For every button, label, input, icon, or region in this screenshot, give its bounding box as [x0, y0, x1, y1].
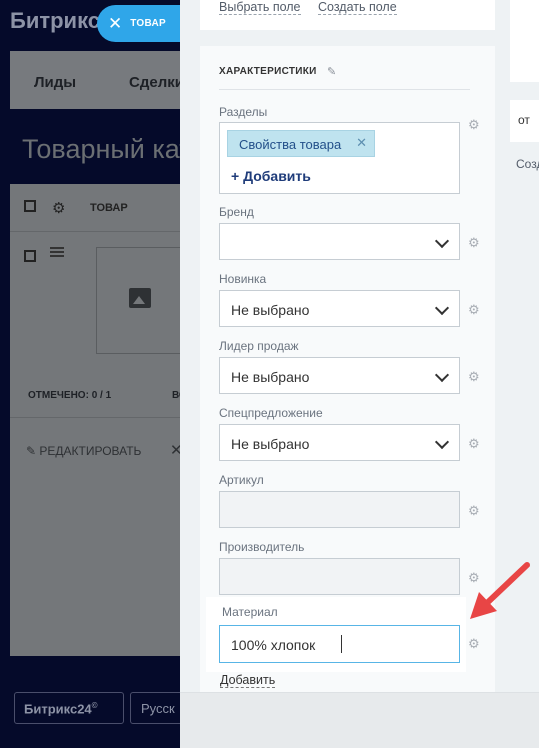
- select-field-link[interactable]: Выбрать поле: [219, 0, 301, 15]
- special-select[interactable]: Не выбрано: [219, 424, 460, 461]
- chevron-down-icon: [434, 300, 450, 316]
- page-title: Товарный кат: [22, 134, 192, 164]
- pencil-icon[interactable]: ✎: [327, 65, 336, 78]
- chevron-down-icon: [434, 434, 450, 450]
- right-text: от: [518, 113, 530, 127]
- material-label: Материал: [222, 605, 278, 619]
- edit-button[interactable]: ✎ РЕДАКТИРОВАТЬ: [26, 444, 141, 458]
- special-label: Спецпредложение: [219, 406, 323, 420]
- right-card: [510, 0, 539, 82]
- article-label: Артикул: [219, 473, 264, 487]
- close-tab-label: ТОВАР: [130, 18, 167, 29]
- material-highlight: Материал 100% хлопок: [206, 597, 466, 672]
- text-caret: [341, 635, 342, 653]
- gear-icon[interactable]: ⚙: [468, 118, 480, 131]
- image-icon: [129, 288, 151, 308]
- create-field-link[interactable]: Создать поле: [318, 0, 397, 15]
- chevron-down-icon: [434, 367, 450, 383]
- section-divider: [219, 89, 470, 90]
- article-field[interactable]: [219, 491, 460, 528]
- add-section-link[interactable]: + Добавить: [231, 168, 311, 184]
- bestseller-select[interactable]: Не выбрано: [219, 357, 460, 394]
- bitrix24-label: Битрикс24: [24, 701, 92, 717]
- right-panel: от Созд: [496, 0, 539, 692]
- divider: [10, 417, 190, 418]
- edit-label: РЕДАКТИРОВАТЬ: [39, 444, 142, 458]
- add-field-link[interactable]: Добавить: [220, 673, 276, 688]
- gear-icon[interactable]: ⚙: [468, 370, 480, 383]
- product-grid: ⚙ ТОВАР ОТМЕЧЕНО: 0 / 1 ВС ✎ РЕДАКТИРОВА…: [10, 184, 196, 656]
- gear-icon[interactable]: ⚙: [468, 571, 480, 584]
- section-title: ХАРАКТЕРИСТИКИ: [219, 66, 317, 77]
- top-nav: Лиды Сделки: [10, 51, 190, 109]
- gear-icon[interactable]: ⚙: [468, 437, 480, 450]
- fields-toolbar: Выбрать поле Создать поле: [200, 0, 495, 30]
- nav-item-leads[interactable]: Лиды: [34, 74, 76, 91]
- novelty-value: Не выбрано: [231, 302, 310, 318]
- bitrix-logo: Битрикс: [10, 8, 101, 33]
- manufacturer-label: Производитель: [219, 540, 305, 554]
- manufacturer-field[interactable]: [219, 558, 460, 595]
- grid-header: ⚙ ТОВАР: [10, 184, 190, 232]
- bestseller-label: Лидер продаж: [219, 339, 299, 353]
- novelty-label: Новинка: [219, 272, 267, 286]
- characteristics-section: ХАРАКТЕРИСТИКИ ✎ Разделы Свойства товара…: [200, 46, 495, 692]
- slider-footer: [180, 692, 539, 748]
- bestseller-value: Не выбрано: [231, 369, 310, 385]
- nav-item-deals[interactable]: Сделки: [129, 74, 184, 91]
- novelty-select[interactable]: Не выбрано: [219, 290, 460, 327]
- product-slider: Выбрать поле Создать поле ХАРАКТЕРИСТИКИ…: [180, 0, 496, 692]
- sections-label: Разделы: [219, 105, 268, 119]
- brand-select[interactable]: [219, 223, 460, 260]
- gear-icon[interactable]: ⚙: [52, 199, 65, 217]
- bitrix24-button[interactable]: Битрикс24©: [14, 692, 124, 724]
- section-tag-label: Свойства товара: [239, 137, 342, 152]
- chevron-down-icon: [434, 233, 450, 249]
- menu-icon[interactable]: [50, 247, 64, 257]
- gear-icon[interactable]: ⚙: [468, 504, 480, 517]
- special-value: Не выбрано: [231, 436, 310, 452]
- select-all-checkbox[interactable]: [24, 200, 36, 212]
- close-icon: ✕: [108, 14, 123, 33]
- column-header-product[interactable]: ТОВАР: [90, 202, 128, 214]
- close-slider-tab[interactable]: ✕ ТОВАР: [97, 5, 180, 42]
- brand-label: Бренд: [219, 205, 254, 219]
- remove-tag-icon[interactable]: ✕: [356, 135, 367, 151]
- marked-count: ОТМЕЧЕНО: 0 / 1: [28, 390, 112, 401]
- section-tag[interactable]: Свойства товара ✕: [227, 130, 375, 157]
- sections-field[interactable]: Свойства товара ✕ + Добавить: [219, 122, 460, 194]
- material-input[interactable]: 100% хлопок: [219, 625, 460, 663]
- material-value: 100% хлопок: [231, 637, 316, 653]
- gear-icon[interactable]: ⚙: [468, 236, 480, 249]
- row-checkbox[interactable]: [24, 250, 36, 262]
- right-create-link[interactable]: Созд: [516, 157, 539, 171]
- gear-icon[interactable]: ⚙: [468, 637, 480, 650]
- gear-icon[interactable]: ⚙: [468, 303, 480, 316]
